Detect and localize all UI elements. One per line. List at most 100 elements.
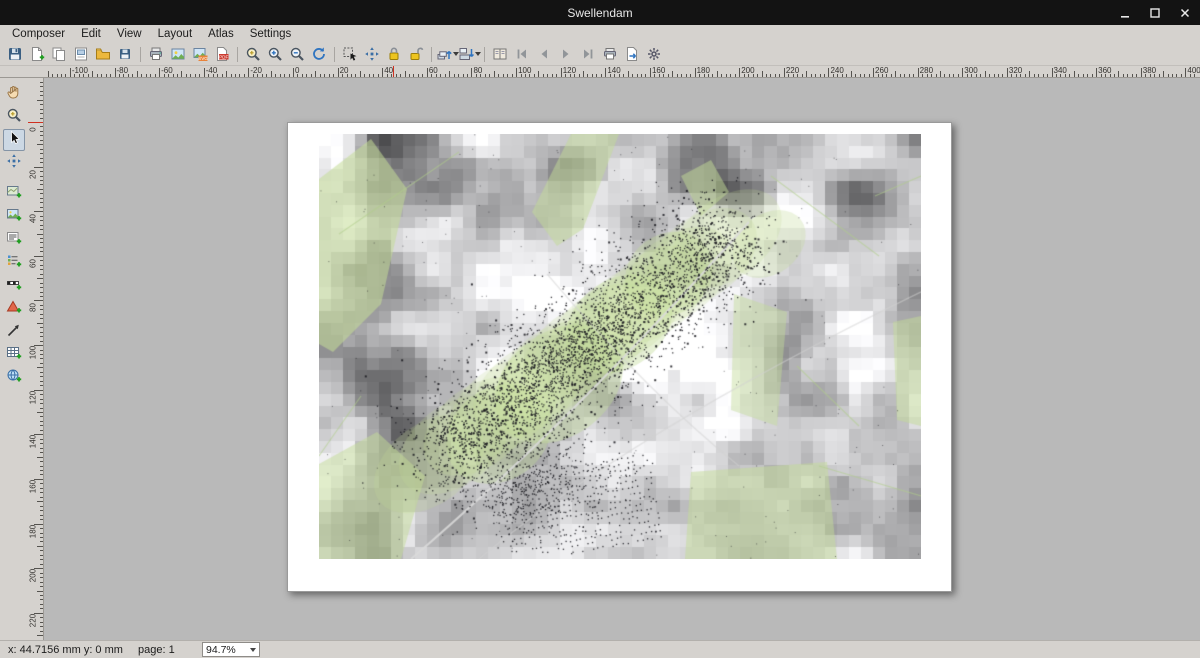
item-toolbox	[0, 78, 28, 640]
atlas-previous-feature-button[interactable]	[533, 44, 555, 65]
export-as-image-button[interactable]	[167, 44, 189, 65]
zoom-out-button[interactable]	[286, 44, 308, 65]
add-basic-shape-button[interactable]	[3, 298, 25, 320]
menu-view[interactable]: View	[109, 26, 150, 42]
toolbar-separator	[484, 47, 485, 62]
ruler-cursor-marker	[28, 122, 43, 123]
h-ruler-label: 300	[964, 66, 977, 75]
lock-selected-items-button[interactable]	[383, 44, 405, 65]
zoom-in-button[interactable]	[264, 44, 286, 65]
h-ruler-label: 360	[1098, 66, 1111, 75]
v-ruler-label: 140	[29, 434, 38, 450]
menu-layout[interactable]: Layout	[150, 26, 201, 42]
atlas-preview-button[interactable]	[489, 44, 511, 65]
zoom-full-button[interactable]	[242, 44, 264, 65]
h-ruler-label: -40	[206, 66, 218, 75]
export-as-pdf-button[interactable]: PDF	[211, 44, 233, 65]
move-content-tool-button[interactable]	[3, 152, 25, 174]
atlas-prev-icon	[536, 46, 552, 62]
add-html-icon	[6, 368, 22, 389]
h-ruler-label: 180	[697, 66, 710, 75]
add-new-map-button[interactable]	[3, 183, 25, 205]
atlas-next-feature-button[interactable]	[555, 44, 577, 65]
zoom-level-value: 94.7%	[206, 644, 236, 656]
duplicate-composer-button[interactable]	[48, 44, 70, 65]
layout-canvas[interactable]	[44, 78, 1200, 640]
add-html-frame-button[interactable]	[3, 367, 25, 389]
h-ruler-label: 400	[1187, 66, 1200, 75]
unlock-all-items-button[interactable]	[405, 44, 427, 65]
atlas-print-icon	[602, 46, 618, 62]
move-content-tool-icon	[6, 153, 22, 174]
minimize-button[interactable]	[1118, 6, 1132, 20]
refresh-view-button[interactable]	[308, 44, 330, 65]
atlas-first-feature-button[interactable]	[511, 44, 533, 65]
zoom-layout-button[interactable]	[3, 106, 25, 128]
composer-manager-button[interactable]	[70, 44, 92, 65]
align-selected-items-button[interactable]	[458, 44, 480, 65]
h-ruler-label: 380	[1143, 66, 1156, 75]
v-ruler-label: 0	[29, 122, 38, 138]
atlas-toggle-icon	[492, 46, 508, 62]
add-label-icon	[6, 230, 22, 251]
select-move-item-button[interactable]	[339, 44, 361, 65]
print-icon	[148, 46, 164, 62]
h-ruler-label: 160	[652, 66, 665, 75]
menu-edit[interactable]: Edit	[73, 26, 109, 42]
save-template-icon	[117, 46, 133, 62]
dropdown-arrow-icon	[475, 52, 481, 56]
add-new-scalebar-button[interactable]	[3, 275, 25, 297]
add-new-label-button[interactable]	[3, 229, 25, 251]
save-project-button[interactable]	[4, 44, 26, 65]
menu-atlas[interactable]: Atlas	[200, 26, 242, 42]
page	[287, 122, 952, 592]
load-from-template-button[interactable]	[92, 44, 114, 65]
horizontal-ruler: -100-80-60-40-20020406080100120140160180…	[44, 66, 1200, 78]
menu-composer[interactable]: Composer	[4, 26, 73, 42]
pan-tool-icon	[6, 84, 22, 105]
save-as-template-button[interactable]	[114, 44, 136, 65]
export-image-icon	[170, 46, 186, 62]
atlas-last-feature-button[interactable]	[577, 44, 599, 65]
add-image-button[interactable]	[3, 206, 25, 228]
statusbar: x: 44.7156 mm y: 0 mm page: 1 94.7%	[0, 640, 1200, 658]
pan-layout-button[interactable]	[3, 83, 25, 105]
select-move-item-tool-button[interactable]	[3, 129, 25, 151]
atlas-export-icon	[624, 46, 640, 62]
add-new-legend-button[interactable]	[3, 252, 25, 274]
v-ruler-label: 20	[29, 166, 38, 182]
map-item[interactable]	[319, 134, 921, 559]
load-template-icon	[95, 46, 111, 62]
h-ruler-label: 120	[563, 66, 576, 75]
print-atlas-button[interactable]	[599, 44, 621, 65]
export-as-svg-button[interactable]: SVG	[189, 44, 211, 65]
atlas-next-icon	[558, 46, 574, 62]
v-ruler-label: 80	[29, 300, 38, 316]
new-composer-button[interactable]	[26, 44, 48, 65]
h-ruler-label: 100	[518, 66, 531, 75]
new-layout-icon	[29, 46, 45, 62]
zoom-level-combo[interactable]: 94.7%	[202, 642, 260, 657]
print-button[interactable]	[145, 44, 167, 65]
raise-icon	[436, 46, 452, 62]
add-attribute-table-button[interactable]	[3, 344, 25, 366]
add-legend-icon	[6, 253, 22, 274]
h-ruler-label: 140	[607, 66, 620, 75]
zoom-tool-icon	[6, 107, 22, 128]
atlas-first-icon	[514, 46, 530, 62]
titlebar[interactable]: Swellendam	[0, 0, 1200, 25]
svg-text:PDF: PDF	[219, 54, 228, 59]
v-ruler-label: 200	[29, 568, 38, 584]
atlas-settings-button[interactable]	[643, 44, 665, 65]
raise-selected-items-button[interactable]	[436, 44, 458, 65]
workspace: -100-80-60-40-20020406080100120140160180…	[0, 66, 1200, 640]
maximize-button[interactable]	[1148, 6, 1162, 20]
vertical-ruler: 020406080100120140160180200220	[28, 78, 44, 640]
v-ruler-label: 160	[29, 478, 38, 494]
export-atlas-button[interactable]	[621, 44, 643, 65]
add-arrow-button[interactable]	[3, 321, 25, 343]
ruler-cursor-marker	[393, 66, 394, 77]
close-button[interactable]	[1178, 6, 1192, 20]
move-item-content-button[interactable]	[361, 44, 383, 65]
menu-settings[interactable]: Settings	[242, 26, 300, 42]
